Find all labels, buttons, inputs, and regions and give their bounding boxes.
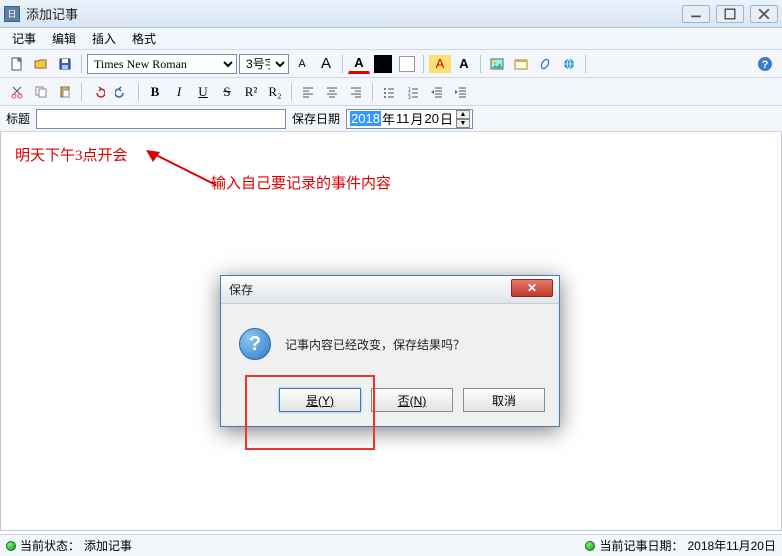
link-icon[interactable] [558,53,580,75]
underline-button[interactable]: U [192,81,214,103]
menu-format[interactable]: 格式 [126,28,162,49]
title-input[interactable] [36,109,286,129]
separator [291,83,292,101]
font-grow-icon[interactable]: A [315,53,337,75]
align-right-icon[interactable] [345,81,367,103]
svg-text:3: 3 [408,95,411,99]
status-date-value: 2018年11月20日 [687,537,776,554]
menu-note[interactable]: 记事 [6,28,42,49]
dialog-cancel-button[interactable]: 取消 [463,388,545,412]
question-icon: ? [239,328,271,360]
toolbar-formatting: Times New Roman 3号字 A A A A A ? [0,50,782,78]
status-led-icon [585,541,595,551]
calendar-icon[interactable] [510,53,532,75]
annotation-text: 输入自己要记录的事件内容 [211,172,391,193]
status-state-value: 添加记事 [84,537,132,554]
attach-icon[interactable] [534,53,556,75]
new-doc-icon[interactable] [6,53,28,75]
separator [81,55,82,73]
date-spin-down-icon[interactable]: ▼ [456,119,470,128]
dialog-titlebar: 保存 ✕ [221,276,559,304]
subscript-button[interactable]: R₂ [264,81,286,103]
white-swatch-icon[interactable] [396,53,418,75]
superscript-button[interactable]: R² [240,81,262,103]
open-folder-icon[interactable] [30,53,52,75]
date-label: 保存日期 [292,110,340,127]
paste-icon[interactable] [54,81,76,103]
svg-text:?: ? [762,59,769,71]
undo-icon[interactable] [87,81,109,103]
date-year[interactable]: 2018 [350,111,381,126]
separator [423,55,424,73]
separator [81,83,82,101]
menu-bar: 记事 编辑 插入 格式 [0,28,782,50]
separator [480,55,481,73]
menu-insert[interactable]: 插入 [86,28,122,49]
window-title: 添加记事 [26,4,682,23]
outdent-icon[interactable] [426,81,448,103]
copy-icon[interactable] [30,81,52,103]
help-icon[interactable]: ? [754,53,776,75]
title-label: 标题 [6,110,30,127]
status-state-label: 当前状态： [20,537,80,554]
editor-content[interactable]: 明天下午3点开会 [1,132,781,177]
status-date-label: 当前记事日期： [599,537,683,554]
strike-button[interactable]: S [216,81,238,103]
font-color-button[interactable]: A [348,54,370,74]
indent-icon[interactable] [450,81,472,103]
maximize-button[interactable] [716,5,744,23]
dialog-yes-button[interactable]: 是(Y) [279,388,361,412]
app-icon: 日 [4,6,20,22]
save-dialog: 保存 ✕ ? 记事内容已经改变，保存结果吗？ 是(Y) 否(N) 取消 [220,275,560,427]
close-button[interactable] [750,5,778,23]
menu-edit[interactable]: 编辑 [46,28,82,49]
highlight-icon[interactable]: A [429,55,451,73]
title-bar: 日 添加记事 [0,0,782,28]
status-bar: 当前状态： 添加记事 当前记事日期： 2018年11月20日 [0,534,782,556]
save-icon[interactable] [54,53,76,75]
separator [342,55,343,73]
dialog-close-button[interactable]: ✕ [511,279,553,297]
minimize-button[interactable] [682,5,710,23]
toolbar-edit: B I U S R² R₂ 123 [0,78,782,106]
font-name-select[interactable]: Times New Roman [87,54,237,74]
date-month[interactable]: 11 [396,111,410,126]
numbers-icon[interactable]: 123 [402,81,424,103]
align-center-icon[interactable] [321,81,343,103]
bullets-icon[interactable] [378,81,400,103]
font-size-select[interactable]: 3号字 [239,54,289,74]
redo-icon[interactable] [111,81,133,103]
date-spin-up-icon[interactable]: ▲ [456,110,470,119]
dialog-message: 记事内容已经改变，保存结果吗？ [285,336,465,353]
bold-button[interactable]: B [144,81,166,103]
status-led-icon [6,541,16,551]
font-shrink-icon[interactable]: A [291,53,313,75]
black-swatch-icon[interactable] [372,53,394,75]
cut-icon[interactable] [6,81,28,103]
italic-button[interactable]: I [168,81,190,103]
image-icon[interactable] [486,53,508,75]
font-bg-icon[interactable]: A [453,53,475,75]
title-date-row: 标题 保存日期 2018年 11月 20日 ▲ ▼ [0,106,782,132]
save-date-picker[interactable]: 2018年 11月 20日 ▲ ▼ [346,109,473,129]
separator [585,55,586,73]
dialog-no-button[interactable]: 否(N) [371,388,453,412]
separator [138,83,139,101]
separator [372,83,373,101]
align-left-icon[interactable] [297,81,319,103]
dialog-title: 保存 [229,281,253,298]
date-day[interactable]: 20 [424,111,438,126]
